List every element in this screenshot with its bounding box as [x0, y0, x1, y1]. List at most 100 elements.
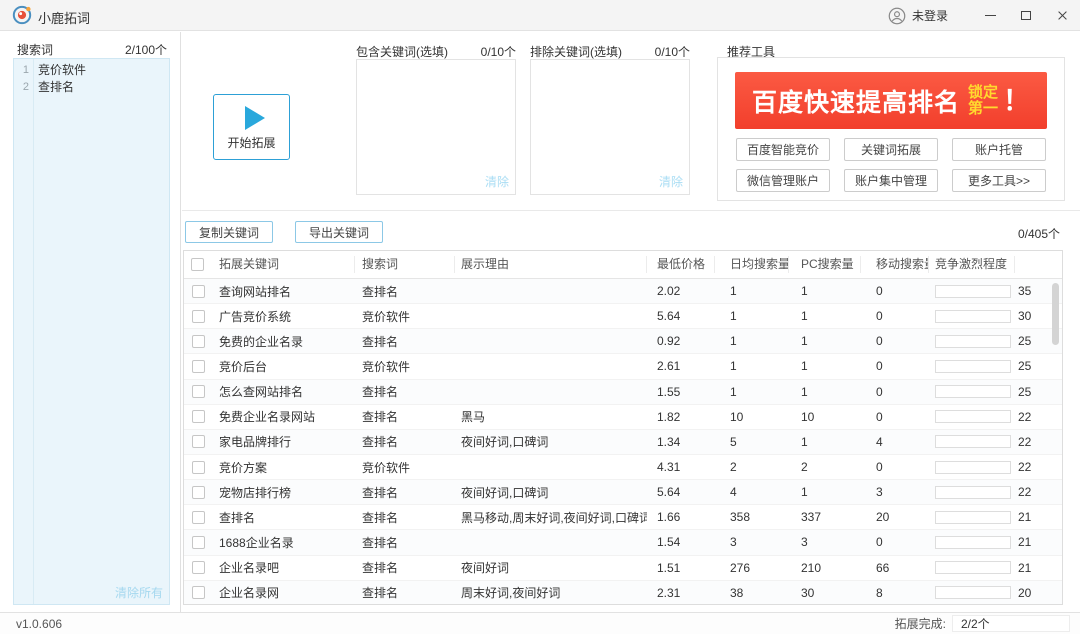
row-checkbox[interactable]: [192, 561, 205, 574]
include-keywords-count: 0/10个: [481, 43, 516, 60]
cell-keyword: 竞价后台: [212, 358, 355, 375]
row-checkbox-cell: [184, 461, 212, 474]
table-row[interactable]: 怎么查网站排名查排名1.5511025: [184, 380, 1062, 405]
expansion-status-label: 拓展完成:: [895, 615, 946, 632]
competition-bar-track: [935, 511, 1011, 524]
table-row[interactable]: 免费的企业名录查排名0.9211025: [184, 329, 1062, 354]
table-row[interactable]: 企业名录吧查排名夜间好词1.512762106621: [184, 556, 1062, 581]
app-title: 小鹿拓词: [38, 8, 90, 27]
search-term-number: 2: [14, 79, 29, 96]
search-terms-listbox[interactable]: 1竞价软件2查排名 清除所有: [13, 58, 170, 605]
promo-banner-exclaim: ！: [1003, 79, 1030, 118]
selected-count: 0/405个: [1018, 225, 1060, 242]
minimize-button[interactable]: [972, 0, 1008, 31]
tool-button-3[interactable]: 账户托管: [952, 138, 1046, 161]
table-row[interactable]: 宠物店排行榜查排名夜间好词,口碑词5.6441322: [184, 480, 1062, 505]
table-row[interactable]: 查询网站排名查排名2.0211035: [184, 279, 1062, 304]
include-keywords-label: 包含关键词(选填): [356, 43, 448, 60]
competition-bar-track: [935, 385, 1011, 398]
user-icon: [888, 7, 906, 25]
cell-daily-search-volume: 4: [715, 485, 789, 499]
table-row[interactable]: 1688企业名录查排名1.5433021: [184, 530, 1062, 555]
header-col-pc: PC搜索量: [789, 256, 861, 273]
table-scrollbar-thumb[interactable]: [1052, 283, 1059, 345]
maximize-icon: [1021, 11, 1031, 20]
cell-pc-search-volume: 337: [789, 510, 861, 524]
cell-competition-bar: [929, 410, 1015, 423]
tool-button-1[interactable]: 百度智能竞价: [736, 138, 830, 161]
row-checkbox[interactable]: [192, 285, 205, 298]
table-row[interactable]: 竞价后台竞价软件2.6111025: [184, 354, 1062, 379]
row-checkbox[interactable]: [192, 310, 205, 323]
cell-keyword: 查排名: [212, 509, 355, 526]
promo-banner-text: 百度快速提高排名: [752, 83, 960, 119]
table-row[interactable]: 竞价方案竞价软件4.3122022: [184, 455, 1062, 480]
export-keywords-button[interactable]: 导出关键词: [295, 221, 383, 243]
cell-competition-bar: [929, 385, 1015, 398]
cell-pc-search-volume: 210: [789, 561, 861, 575]
tool-button-2[interactable]: 关键词拓展: [844, 138, 938, 161]
row-checkbox[interactable]: [192, 536, 205, 549]
table-row[interactable]: 免费企业名录网站查排名黑马1.821010022: [184, 405, 1062, 430]
cell-mobile-search-volume: 0: [861, 334, 929, 348]
cell-keyword: 查询网站排名: [212, 283, 355, 300]
login-label: 未登录: [912, 7, 948, 24]
cell-search-term: 查排名: [355, 333, 455, 350]
tool-buttons-grid: 百度智能竞价关键词拓展账户托管微信管理账户账户集中管理更多工具>>: [736, 138, 1046, 192]
cell-mobile-search-volume: 0: [861, 460, 929, 474]
table-scrollbar[interactable]: [1052, 281, 1059, 600]
close-button[interactable]: [1044, 0, 1080, 31]
table-row[interactable]: 企业名录网查排名周末好词,夜间好词2.313830820: [184, 581, 1062, 605]
header-col-reason: 展示理由: [455, 256, 647, 273]
row-checkbox[interactable]: [192, 511, 205, 524]
row-checkbox[interactable]: [192, 410, 205, 423]
tool-button-5[interactable]: 账户集中管理: [844, 169, 938, 192]
app-version: v1.0.606: [16, 617, 62, 631]
row-checkbox[interactable]: [192, 586, 205, 599]
cell-keyword: 免费的企业名录: [212, 333, 355, 350]
cell-pc-search-volume: 3: [789, 535, 861, 549]
cell-reason: 黑马: [455, 408, 647, 425]
maximize-button[interactable]: [1008, 0, 1044, 31]
include-keywords-input[interactable]: 清除: [356, 59, 516, 195]
cell-competition-bar: [929, 310, 1015, 323]
cell-competition-bar: [929, 435, 1015, 448]
cell-min-price: 1.51: [647, 561, 715, 575]
table-row[interactable]: 查排名查排名黑马移动,周末好词,夜间好词,口碑词1.663583372021: [184, 505, 1062, 530]
search-term-item[interactable]: 1竞价软件: [14, 62, 169, 79]
tool-button-4[interactable]: 微信管理账户: [736, 169, 830, 192]
exclude-clear-link[interactable]: 清除: [659, 173, 683, 190]
include-clear-link[interactable]: 清除: [485, 173, 509, 190]
promo-banner[interactable]: 百度快速提高排名 锁定 第一 ！: [735, 72, 1047, 129]
cell-reason: 夜间好词,口碑词: [455, 484, 647, 501]
competition-bar-track: [935, 360, 1011, 373]
search-term-item[interactable]: 2查排名: [14, 79, 169, 96]
expansion-setup-section: 开始拓展 包含关键词(选填) 0/10个 清除 排除关键词(选填) 0/10个 …: [182, 32, 1080, 211]
row-checkbox[interactable]: [192, 461, 205, 474]
cell-min-price: 0.92: [647, 334, 715, 348]
row-checkbox[interactable]: [192, 360, 205, 373]
cell-reason: 周末好词,夜间好词: [455, 584, 647, 601]
row-checkbox[interactable]: [192, 486, 205, 499]
select-all-checkbox[interactable]: [191, 258, 204, 271]
row-checkbox[interactable]: [192, 385, 205, 398]
copy-keywords-button[interactable]: 复制关键词: [185, 221, 273, 243]
cell-search-term: 查排名: [355, 408, 455, 425]
tool-button-6[interactable]: 更多工具>>: [952, 169, 1046, 192]
cell-search-term: 查排名: [355, 484, 455, 501]
login-button[interactable]: 未登录: [888, 7, 948, 25]
table-row[interactable]: 广告竞价系统竞价软件5.6411030: [184, 304, 1062, 329]
search-term-text: 竞价软件: [38, 62, 86, 79]
competition-bar-track: [935, 461, 1011, 474]
cell-daily-search-volume: 3: [715, 535, 789, 549]
cell-daily-search-volume: 10: [715, 410, 789, 424]
start-expansion-button[interactable]: 开始拓展: [213, 94, 290, 160]
cell-competition-bar: [929, 285, 1015, 298]
exclude-keywords-input[interactable]: 清除: [530, 59, 690, 195]
table-row[interactable]: 家电品牌排行查排名夜间好词,口碑词1.3451422: [184, 430, 1062, 455]
clear-all-link[interactable]: 清除所有: [115, 584, 163, 601]
row-checkbox[interactable]: [192, 335, 205, 348]
cell-mobile-search-volume: 0: [861, 385, 929, 399]
cell-competition-value: 35: [1015, 284, 1045, 298]
row-checkbox[interactable]: [192, 435, 205, 448]
